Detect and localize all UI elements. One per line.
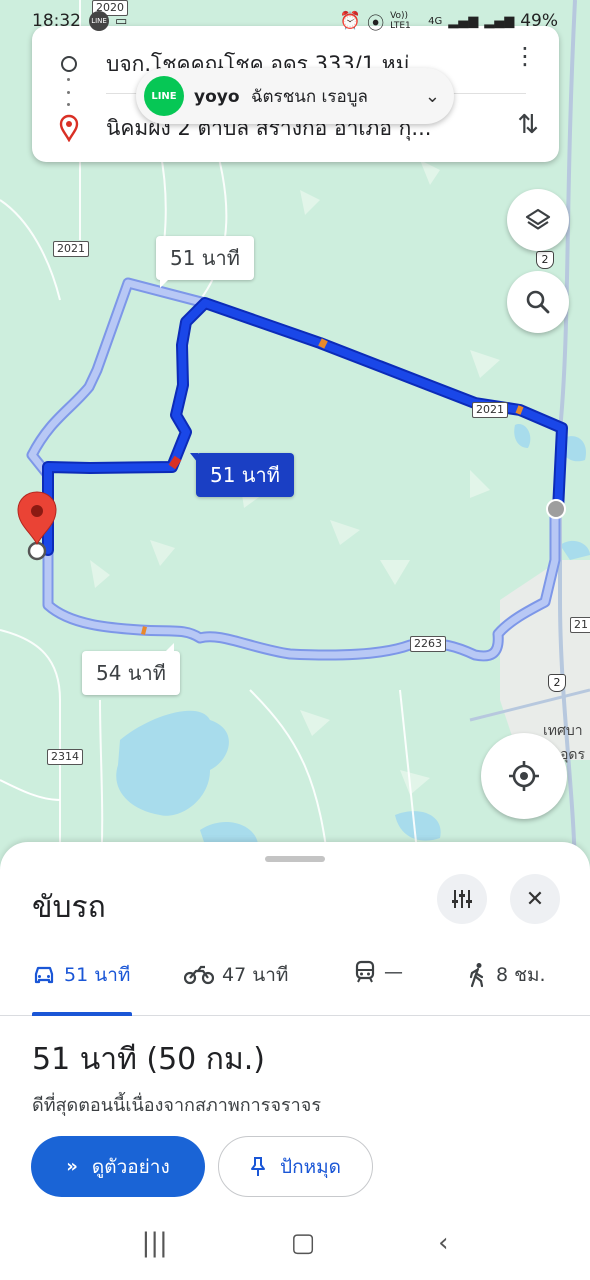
- double-chevron-icon: »: [66, 1156, 78, 1177]
- car-icon: [34, 966, 54, 984]
- my-location-button[interactable]: [481, 733, 567, 819]
- recents-icon[interactable]: |||: [141, 1228, 167, 1258]
- layers-icon: [525, 208, 551, 230]
- tune-icon: [452, 890, 472, 908]
- origin-circle-icon: [61, 56, 77, 72]
- signal-icon-2: ▂▄▆: [484, 13, 515, 29]
- pin-icon: [251, 1156, 266, 1176]
- system-nav-bar: ||| ▢ ‹: [0, 1206, 590, 1280]
- back-icon[interactable]: ‹: [438, 1228, 448, 1258]
- pin-label: ปักหมุด: [280, 1155, 341, 1178]
- motorcycle-icon: [184, 965, 214, 985]
- active-tab-indicator: [32, 1012, 132, 1016]
- road-label: 2263: [410, 636, 446, 652]
- train-icon: [355, 960, 375, 983]
- line-app-icon: LINE: [89, 11, 109, 31]
- travel-mode-title: ขับรถ: [32, 890, 106, 925]
- location-icon: ⦿: [367, 13, 385, 34]
- search-button[interactable]: [507, 271, 569, 333]
- search-icon: [526, 290, 550, 314]
- road-label: 21: [570, 617, 590, 633]
- voicemail-icon: ▭: [115, 13, 128, 29]
- crosshair-icon: [509, 761, 539, 791]
- notification-message: ฉัตรชนก เรอบูล: [250, 86, 368, 107]
- road-label: 2314: [47, 749, 83, 765]
- route-label-alt-bottom[interactable]: 54 นาที: [82, 643, 180, 695]
- highway-shield: 2: [536, 251, 554, 269]
- destination-pin-icon: [59, 114, 79, 142]
- tab-label: 8 ชม.: [496, 964, 546, 986]
- pin-button[interactable]: ปักหมุด: [218, 1136, 373, 1197]
- alarm-icon: ⏰: [339, 11, 362, 31]
- route-label-alt-top[interactable]: 51 นาที: [156, 236, 254, 288]
- route-duration: 51 นาที (50 กม.): [32, 1042, 265, 1077]
- walk-icon: [469, 963, 484, 988]
- chevron-down-icon[interactable]: ⌄: [425, 86, 440, 107]
- tab-walk[interactable]: 8 ชม.: [468, 960, 546, 990]
- network-label: Vo)) LTE1: [390, 11, 411, 31]
- tab-transit[interactable]: —: [354, 960, 403, 984]
- line-logo-icon: LINE: [144, 76, 184, 116]
- line-notification[interactable]: LINE yoyo ฉัตรชนก เรอบูล ⌄: [136, 68, 454, 124]
- more-options-icon[interactable]: ⋮: [513, 42, 537, 70]
- preview-button[interactable]: » ดูตัวอย่าง: [31, 1136, 205, 1197]
- road-label: 2021: [53, 241, 89, 257]
- status-bar: 18:32 LINE ▭ ⏰ ⦿ Vo)) LTE1 4G ▂▄▆ ▂▄▆ 49…: [0, 0, 590, 42]
- route-note: ดีที่สุดตอนนี้เนื่องจากสภาพการจราจร: [32, 1095, 321, 1116]
- preview-label: ดูตัวอย่าง: [91, 1155, 170, 1178]
- drag-handle[interactable]: [265, 856, 325, 862]
- tab-label: 51 นาที: [64, 964, 131, 986]
- layers-button[interactable]: [507, 189, 569, 251]
- route-options-button[interactable]: [437, 874, 487, 924]
- signal-icon: ▂▄▆: [448, 13, 479, 29]
- tab-motorcycle[interactable]: 47 นาที: [184, 960, 288, 990]
- route-label-selected[interactable]: 51 นาที: [190, 453, 294, 497]
- tab-label: 47 นาที: [222, 964, 289, 986]
- battery-level: 49%: [520, 11, 558, 31]
- home-icon[interactable]: ▢: [291, 1228, 316, 1258]
- notification-sender: yoyo: [194, 86, 240, 107]
- tab-drive[interactable]: 51 นาที: [32, 960, 130, 990]
- road-label: 2021: [472, 402, 508, 418]
- close-button[interactable]: ✕: [510, 874, 560, 924]
- travel-mode-tabs: 51 นาที 47 นาที — 8 ชม.: [0, 950, 590, 1016]
- highway-shield: 2: [548, 674, 566, 692]
- tab-label: —: [384, 961, 403, 983]
- close-icon: ✕: [525, 886, 545, 912]
- network-gen: 4G: [428, 15, 443, 27]
- town-label: เทศบา: [543, 723, 583, 739]
- clock: 18:32: [32, 11, 81, 31]
- swap-directions-icon[interactable]: ⇅: [517, 110, 539, 140]
